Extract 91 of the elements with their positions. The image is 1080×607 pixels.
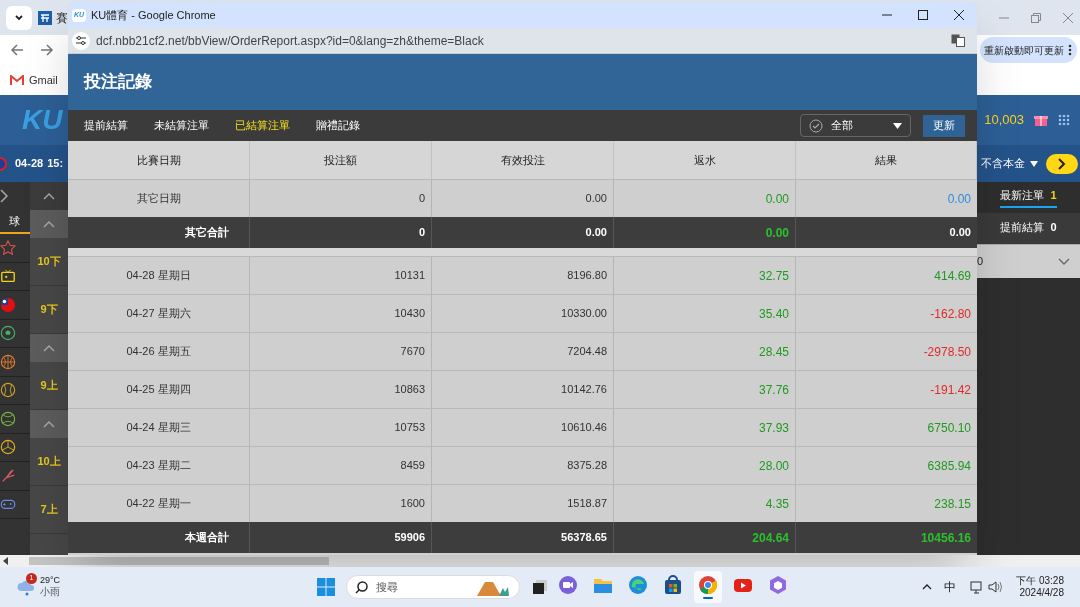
table-cell-text: 0.00 (947, 190, 971, 208)
temperature-text: 29°C (40, 575, 61, 586)
table-cell-text: 28.00 (758, 457, 789, 475)
bookmark-link[interactable]: Gmail (29, 71, 58, 89)
table-cell-text: 6385.94 (927, 457, 971, 475)
video-chat-icon (558, 575, 579, 595)
table-cell-text: 28.45 (758, 343, 789, 361)
caret-down-icon (1030, 160, 1038, 167)
next-button[interactable] (1046, 153, 1078, 174)
task-view-icon[interactable] (532, 579, 549, 595)
table-cell-text: 0.00 (948, 225, 972, 241)
site-favicon-icon (38, 10, 52, 25)
tune-icon (76, 36, 86, 45)
input-method-indicator[interactable]: 中 (944, 578, 957, 596)
stake-dropdown[interactable]: 不含本金 (981, 155, 1038, 172)
store-icon (663, 575, 684, 595)
table-cell-text: 35.40 (758, 305, 789, 323)
table-cell: 56378.65 (432, 522, 614, 553)
baseball-icon[interactable] (0, 382, 16, 399)
table-cell-text: -2978.50 (923, 343, 971, 361)
maximize-icon[interactable] (917, 9, 929, 21)
basketball-icon[interactable] (0, 353, 16, 370)
table-cell-text: 414.69 (934, 267, 971, 285)
search-field[interactable]: 搜尋 (346, 575, 521, 599)
table-cell-text: 6750.10 (927, 419, 971, 437)
tv-icon[interactable] (0, 268, 16, 285)
speaker-icon[interactable] (988, 581, 1003, 593)
update-notice-text: 重新啟動即可更新 (984, 43, 1064, 58)
table-cell-text: -162.80 (930, 305, 971, 323)
flag-icon[interactable] (0, 296, 16, 313)
table-cell-text: 4.35 (765, 495, 789, 513)
balance-text: 10,003 (984, 111, 1024, 130)
page-title: 投注記錄 (84, 71, 152, 94)
volleyball-icon[interactable] (0, 439, 16, 456)
scroll-left-icon[interactable] (3, 557, 9, 565)
table-cell-text: 0.00 (765, 190, 789, 208)
taskbar-app-button[interactable] (694, 571, 723, 603)
total-label: 本週合計 (68, 522, 250, 553)
back-arrow-icon[interactable] (10, 43, 24, 57)
close-icon[interactable] (953, 9, 965, 21)
mail-icon (10, 74, 24, 86)
soccer-ball-icon[interactable] (0, 325, 16, 342)
star-icon[interactable] (0, 239, 16, 256)
bet-count-text: 0 (977, 254, 984, 270)
grid-menu-icon[interactable] (1058, 114, 1070, 126)
table-cell-text: 37.76 (758, 381, 789, 399)
match-date: 04-28 (15, 156, 44, 172)
table-cell-text: 32.75 (758, 267, 789, 285)
network-icon[interactable] (970, 580, 985, 594)
report-tab[interactable]: 提前結算 (84, 117, 128, 134)
chrome-browser-icon (698, 575, 719, 595)
table-cell-text: -191.42 (930, 381, 971, 399)
bet-tab[interactable]: 提前結算 0 (977, 213, 1080, 244)
report-tab[interactable]: 未結算注單 (154, 117, 209, 134)
hexagon-logo-icon (768, 575, 789, 595)
more-menu-icon[interactable] (1068, 44, 1072, 56)
table-cell-text: 10456.16 (920, 529, 971, 547)
search-icon (355, 580, 369, 594)
report-tab[interactable]: 已結算注單 (235, 117, 290, 134)
tennis-ball-icon[interactable] (0, 410, 16, 427)
shuttlecock-icon[interactable] (0, 467, 16, 484)
tab-title[interactable]: 賽 (56, 8, 68, 27)
table-cell-text: 37.93 (758, 419, 789, 437)
chevron-down-icon (14, 12, 24, 23)
filter-dropdown[interactable]: 全部 (800, 114, 911, 137)
update-notice-button[interactable]: 重新啟動即可更新 (980, 37, 1077, 63)
clock-date[interactable]: 2024/4/28 (1019, 587, 1064, 600)
refresh-button[interactable]: 更新 (923, 114, 965, 137)
chevron-right-icon (1058, 157, 1066, 170)
weather-text: 小雨 (40, 586, 61, 599)
windows-start-icon[interactable] (317, 578, 336, 596)
window-title: KU體育 - Google Chrome (91, 7, 216, 23)
tab-search-button[interactable] (6, 5, 32, 30)
translate-icon[interactable] (951, 34, 965, 47)
forward-arrow-icon[interactable] (40, 43, 54, 57)
table-cell-text: 204.64 (752, 529, 789, 547)
table-cell: 59906 (250, 522, 432, 553)
table-cell-text: 0.00 (765, 224, 789, 242)
table-cell-text: 238.15 (934, 495, 971, 513)
caret-down-icon (893, 122, 902, 129)
chevron-right-icon[interactable] (0, 189, 8, 203)
clock-time[interactable]: 下午 03:28 (1016, 574, 1064, 587)
chevron-down-icon[interactable] (1058, 258, 1070, 265)
chevron-up-icon[interactable] (922, 584, 933, 590)
gift-icon[interactable] (1034, 113, 1048, 127)
site-info-button[interactable] (72, 31, 90, 50)
check-circle-icon (809, 118, 823, 133)
restore-icon[interactable] (1030, 11, 1042, 24)
report-tab[interactable]: 贈禮記錄 (316, 117, 360, 134)
match-time: 15: (47, 156, 64, 172)
scrollbar-thumb[interactable] (29, 557, 329, 565)
